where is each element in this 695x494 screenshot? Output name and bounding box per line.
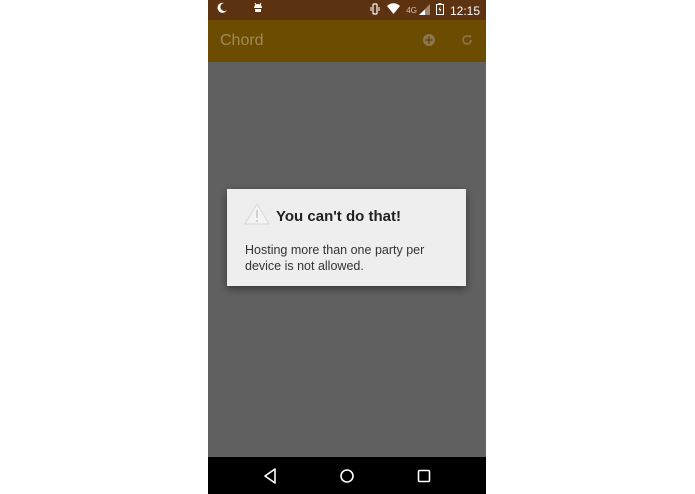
navigation-bar [208,457,486,494]
alert-dialog: You can't do that! Hosting more than one… [227,189,466,286]
moon-icon [216,2,228,17]
status-bar: 4G 12:15 [208,0,486,20]
signal-icon [418,3,430,18]
vibrate-icon [369,3,381,18]
android-icon [252,2,264,17]
battery-charging-icon [435,3,444,18]
add-icon[interactable] [422,33,436,47]
app-bar: Chord [208,20,486,62]
warning-icon [244,203,270,230]
wifi-icon [387,3,401,18]
app-title: Chord [220,32,264,49]
home-icon[interactable] [337,466,357,486]
dialog-title: You can't do that! [276,208,401,225]
dialog-message: Hosting more than one party per device i… [245,243,425,273]
back-icon[interactable] [260,466,280,486]
refresh-icon[interactable] [460,33,474,47]
recents-icon[interactable] [414,466,434,486]
clock: 12:15 [449,3,480,18]
phone-screen: 4G 12:15 Chord You can't do that! Hostin… [208,0,486,494]
network-label: 4G [406,6,417,15]
